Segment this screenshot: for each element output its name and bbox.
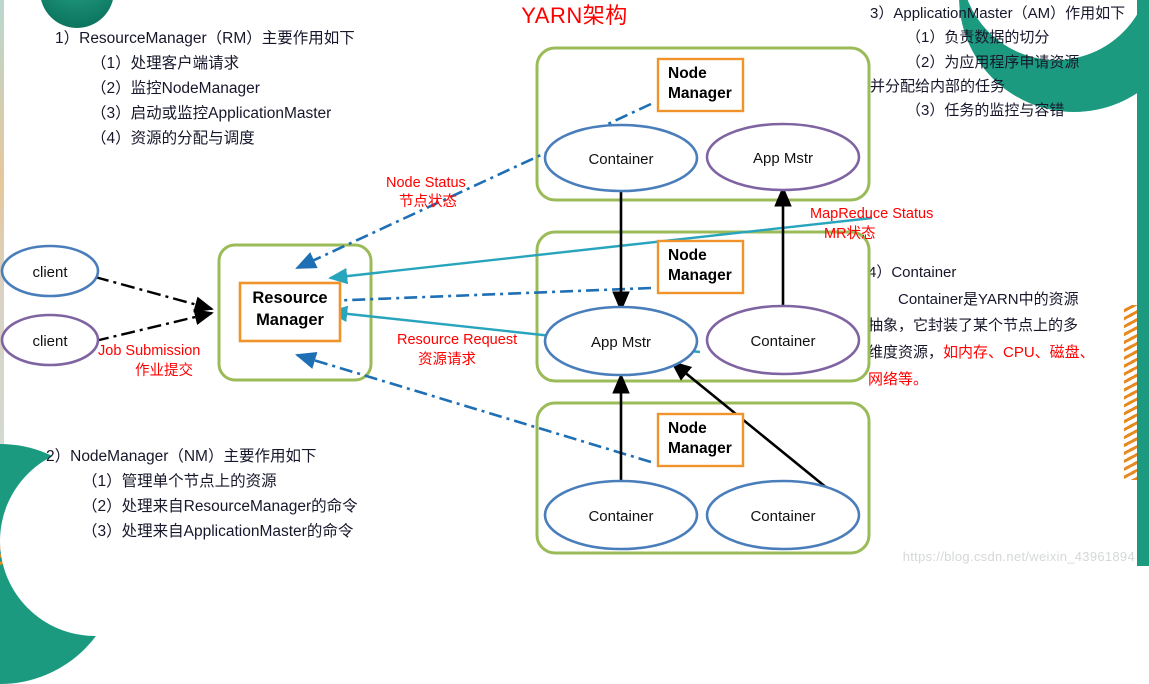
edge-client2-to-rm [94,309,214,343]
resourcemanager-label-line2: Manager [256,311,324,329]
node-middle-right-ellipse-label: Container [750,333,815,350]
edge-label-job-submission-zh: 作业提交 [135,361,193,379]
node-manager-top-label-line1: Node [668,65,707,82]
client-ellipse-2-label: client [32,333,68,350]
edge-label-resource-request-en: Resource Request [397,332,517,348]
edge-label-resource-request-zh: 资源请求 [418,351,476,368]
edge-label-mapreduce-status-en: MapReduce Status [810,206,933,222]
client-ellipse-1-label: client [32,264,68,281]
node-manager-bottom-label-line2: Manager [668,440,732,457]
node-bottom-right-ellipse-label: Container [750,508,815,525]
node-manager-top-label-line2: Manager [668,85,732,102]
node-manager-bottom-label-line1: Node [668,420,707,437]
node-manager-middle-label-line1: Node [668,247,707,264]
edge-client1-to-rm [94,275,214,313]
watermark: https://blog.csdn.net/weixin_43961894 [902,549,1135,564]
edge-label-mapreduce-status-zh: MR状态 [824,225,876,242]
node-manager-middle-label-line2: Manager [668,267,732,284]
edge-label-job-submission-en: Job Submission [98,343,200,359]
node-bottom-left-ellipse-label: Container [588,508,653,525]
edge-label-node-status-en: Node Status [386,175,466,191]
resourcemanager-label-line1: Resource [252,289,327,307]
yarn-architecture-diagram: client client Resource Manager Node Mana… [0,46,933,555]
edge-label-node-status-zh: 节点状态 [399,193,457,210]
node-middle-left-ellipse-label: App Mstr [591,334,651,351]
node-top-right-ellipse-label: App Mstr [753,150,813,167]
slide-canvas: YARN架构 1）ResourceManager（RM）主要作用如下 （1）处理… [0,0,1149,684]
node-top-left-ellipse-label: Container [588,151,653,168]
